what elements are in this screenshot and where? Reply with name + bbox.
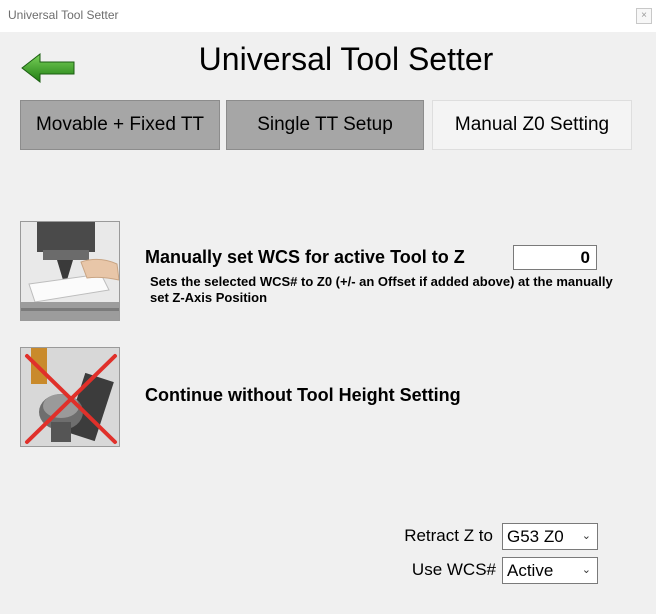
chevron-down-icon: ⌄ [581,564,591,576]
window-title: Universal Tool Setter [8,8,119,22]
use-wcs-value: Active [507,561,554,580]
tab-movable-fixed[interactable]: Movable + Fixed TT [20,100,220,150]
retract-z-value: G53 Z0 [507,527,564,546]
title-bar: Universal Tool Setter × [0,0,656,32]
use-wcs-label: Use WCS# [411,560,496,579]
retract-z-label: Retract Z to [404,526,493,545]
tab-manual-z0-setting[interactable]: Manual Z0 Setting [432,100,632,150]
chevron-down-icon: ⌄ [581,530,591,542]
close-icon[interactable]: × [636,8,652,24]
continue-without-height-label: Continue without Tool Height Setting [145,385,461,405]
z-value-field[interactable] [513,245,597,270]
tab-single-tt-setup[interactable]: Single TT Setup [226,100,424,150]
manual-set-wcs-label: Manually set WCS for active Tool to Z [145,247,465,267]
page-title: Universal Tool Setter [198,41,494,77]
skip-tool-height-image[interactable] [20,347,120,447]
manual-touch-off-image[interactable] [20,221,120,321]
manual-set-description: Sets the selected WCS# to Z0 (+/- an Off… [150,274,613,305]
use-wcs-select[interactable]: Active ⌄ [502,557,598,584]
retract-z-select[interactable]: G53 Z0 ⌄ [502,523,598,550]
